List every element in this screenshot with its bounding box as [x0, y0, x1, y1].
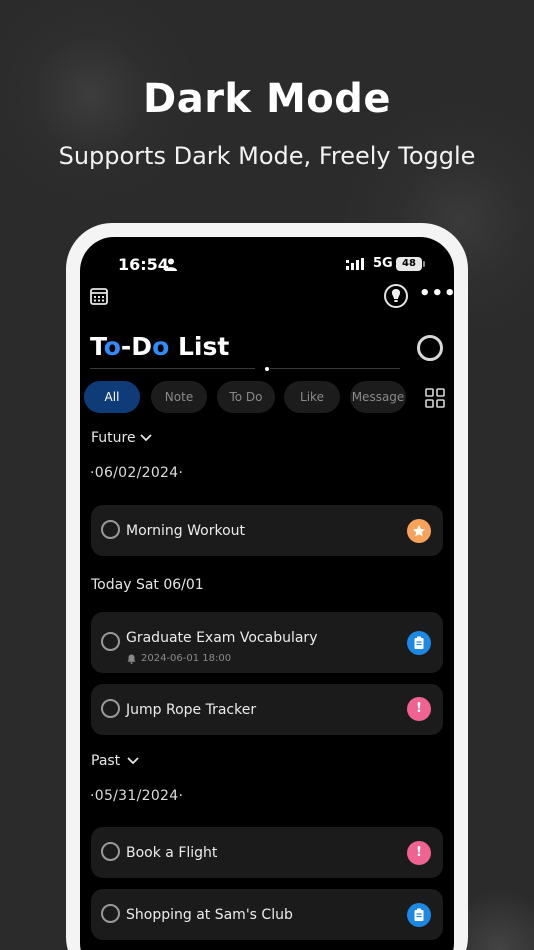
date-label: ·05/31/2024· [90, 788, 184, 804]
lightbulb-button[interactable] [384, 284, 408, 308]
list-item[interactable]: Jump Rope Tracker ! [91, 684, 443, 735]
tab-like[interactable]: Like [284, 381, 340, 413]
lightbulb-icon [391, 289, 401, 302]
item-title: Book a Flight [126, 845, 218, 861]
priority-badge-icon: ! [407, 841, 431, 865]
section-future-label[interactable]: Future [91, 430, 136, 446]
item-title: Morning Workout [126, 523, 246, 539]
calendar-icon[interactable] [90, 287, 108, 305]
phone-screen: 16:54 5G 48 ••• To-Do List All Note To D… [80, 237, 454, 950]
checkbox[interactable] [101, 699, 120, 718]
item-title: Graduate Exam Vocabulary [126, 630, 318, 646]
more-options-icon[interactable]: ••• [419, 285, 454, 305]
sync-circle-button[interactable] [417, 335, 443, 361]
checkbox[interactable] [101, 632, 120, 651]
tab-note[interactable]: Note [151, 381, 207, 413]
item-title: Shopping at Sam's Club [126, 907, 293, 923]
tab-all[interactable]: All [84, 381, 140, 413]
chevron-down-icon[interactable] [127, 757, 139, 765]
battery-icon: 48 [396, 257, 422, 271]
date-label: ·06/02/2024· [90, 465, 184, 481]
title-divider [90, 368, 255, 369]
list-item[interactable]: Book a Flight ! [91, 827, 443, 878]
clipboard-icon [414, 908, 424, 921]
battery-nub [423, 261, 425, 267]
checkbox[interactable] [101, 520, 120, 539]
clipboard-badge-icon [407, 631, 431, 655]
list-item[interactable]: Shopping at Sam's Club [91, 889, 443, 940]
checkbox[interactable] [101, 842, 120, 861]
section-today-label: Today Sat 06/01 [91, 577, 204, 593]
priority-badge-icon: ! [407, 697, 431, 721]
reminder-time: 2024-06-01 18:00 [141, 653, 232, 664]
network-label: 5G [373, 256, 393, 271]
tab-todo[interactable]: To Do [217, 381, 275, 413]
app-title: To-Do List [90, 332, 230, 361]
star-badge-icon [407, 519, 431, 543]
bell-icon [127, 654, 136, 664]
clipboard-icon [414, 636, 424, 649]
status-time: 16:54 [118, 255, 169, 274]
person-icon [165, 258, 177, 271]
star-icon [413, 525, 425, 537]
list-item[interactable]: Morning Workout [91, 505, 443, 556]
page-indicator-dot [265, 367, 269, 371]
chevron-down-icon[interactable] [140, 434, 152, 442]
item-title: Jump Rope Tracker [126, 702, 257, 718]
grid-view-icon[interactable] [425, 388, 445, 408]
checkbox[interactable] [101, 904, 120, 923]
tab-message[interactable]: Message [350, 381, 406, 413]
list-item[interactable]: Graduate Exam Vocabulary 2024-06-01 18:0… [91, 612, 443, 673]
section-past-label[interactable]: Past [91, 753, 120, 769]
signal-icon [346, 258, 364, 270]
clipboard-badge-icon [407, 903, 431, 927]
hero-subtitle: Supports Dark Mode, Freely Toggle [58, 142, 476, 170]
title-divider-right [270, 368, 400, 369]
hero-title: Dark Mode [143, 76, 391, 122]
